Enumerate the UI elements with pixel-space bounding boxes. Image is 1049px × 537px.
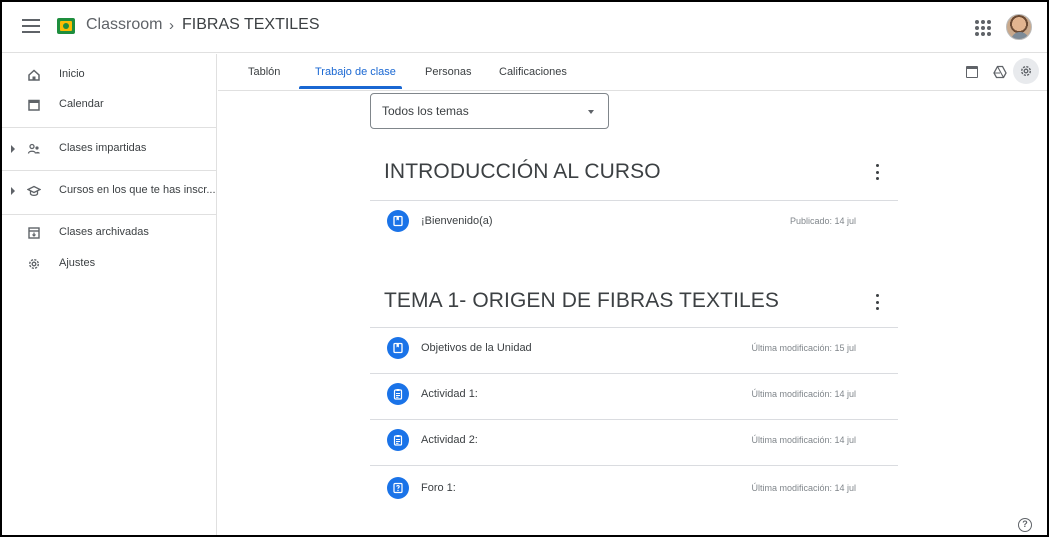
sidebar-item-label: Cursos en los que te has inscr...: [59, 184, 216, 196]
active-tab-indicator: [299, 86, 402, 89]
tab-tablon[interactable]: Tablón: [248, 66, 280, 78]
topic-filter-select[interactable]: Todos los temas: [370, 93, 609, 129]
course-title[interactable]: FIBRAS TEXTILES: [182, 16, 320, 34]
item-title: Actividad 2:: [421, 434, 478, 446]
calendar-icon: [27, 98, 41, 112]
sidebar: Inicio Calendar Clases impartidas Cursos…: [2, 54, 217, 535]
sidebar-item-label: Inicio: [59, 68, 85, 80]
sidebar-item-calendar[interactable]: Calendar: [2, 89, 217, 121]
item-meta: Última modificación: 15 jul: [751, 343, 856, 353]
sidebar-item-inicio[interactable]: Inicio: [2, 59, 217, 91]
question-icon: [387, 477, 409, 499]
archive-icon: [27, 226, 41, 240]
item-meta: Publicado: 14 jul: [789, 216, 856, 226]
sidebar-item-label: Calendar: [59, 98, 104, 110]
list-item[interactable]: Actividad 1: Última modificación: 14 jul: [370, 374, 898, 420]
calendar-icon[interactable]: [966, 66, 978, 78]
main-menu-icon[interactable]: [22, 19, 40, 37]
expand-caret-icon[interactable]: [11, 145, 15, 153]
gear-icon: [27, 257, 41, 271]
app-title[interactable]: Classroom: [86, 16, 162, 34]
material-icon: [387, 210, 409, 232]
item-meta: Última modificación: 14 jul: [751, 389, 856, 399]
topic-title[interactable]: INTRODUCCIÓN AL CURSO: [384, 160, 661, 184]
assignment-icon: [387, 429, 409, 451]
sidebar-divider: [2, 170, 217, 171]
item-meta: Última modificación: 14 jul: [751, 435, 856, 445]
sidebar-item-ajustes[interactable]: Ajustes: [2, 248, 217, 280]
item-title: ¡Bienvenido(a): [421, 215, 493, 227]
material-icon: [387, 337, 409, 359]
list-item[interactable]: ¡Bienvenido(a) Publicado: 14 jul: [370, 201, 898, 247]
item-title: Foro 1:: [421, 482, 456, 494]
topic-more-options-icon[interactable]: [874, 164, 880, 180]
topic-more-options-icon[interactable]: [874, 294, 880, 310]
top-app-bar: Classroom › FIBRAS TEXTILES: [2, 2, 1047, 53]
list-item[interactable]: Foro 1: Última modificación: 14 jul: [370, 468, 898, 514]
sidebar-item-cursos-inscritos[interactable]: Cursos en los que te has inscr...: [2, 175, 217, 207]
sidebar-item-clases-archivadas[interactable]: Clases archivadas: [2, 217, 217, 249]
account-avatar[interactable]: [1006, 14, 1032, 40]
list-item[interactable]: Actividad 2: Última modificación: 14 jul: [370, 420, 898, 466]
topic-title[interactable]: TEMA 1- ORIGEN DE FIBRAS TEXTILES: [384, 289, 779, 313]
sidebar-divider: [2, 127, 217, 128]
item-title: Objetivos de la Unidad: [421, 342, 532, 354]
class-settings-gear-icon[interactable]: [1013, 58, 1039, 84]
sidebar-item-label: Ajustes: [59, 257, 96, 269]
item-divider: [370, 465, 898, 466]
sidebar-item-clases-impartidas[interactable]: Clases impartidas: [2, 133, 217, 165]
help-icon[interactable]: ?: [1018, 518, 1032, 532]
item-title: Actividad 1:: [421, 388, 478, 400]
assignment-icon: [387, 383, 409, 405]
tab-trabajo-de-clase[interactable]: Trabajo de clase: [315, 66, 396, 78]
app-window: Classroom › FIBRAS TEXTILES Inicio Calen…: [0, 0, 1049, 537]
school-icon: [26, 184, 42, 198]
sidebar-item-label: Clases archivadas: [59, 226, 149, 238]
classroom-logo-icon[interactable]: [57, 18, 75, 34]
breadcrumb-separator: ›: [169, 17, 174, 34]
drive-icon[interactable]: [993, 65, 1007, 79]
people-icon: [27, 142, 41, 156]
tab-calificaciones[interactable]: Calificaciones: [499, 66, 567, 78]
item-meta: Última modificación: 14 jul: [751, 483, 856, 493]
expand-caret-icon[interactable]: [11, 187, 15, 195]
sidebar-item-label: Clases impartidas: [59, 142, 147, 154]
list-item[interactable]: Objetivos de la Unidad Última modificaci…: [370, 328, 898, 374]
home-icon: [27, 68, 41, 82]
topic-filter-value: Todos los temas: [382, 104, 469, 118]
tab-personas[interactable]: Personas: [425, 66, 471, 78]
google-apps-icon[interactable]: [975, 20, 991, 36]
dropdown-arrow-icon: [588, 110, 594, 114]
sidebar-divider: [2, 214, 217, 215]
